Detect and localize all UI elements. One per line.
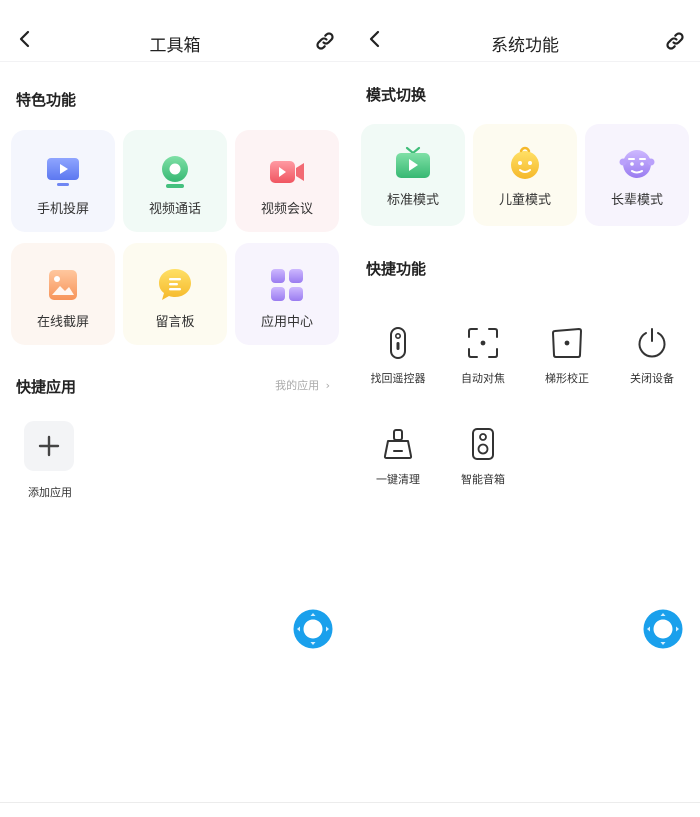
remote-icon: [390, 327, 406, 359]
tile-app-center[interactable]: 应用中心: [235, 243, 339, 345]
system-header: 系统功能: [350, 0, 700, 62]
page-title: 系统功能: [491, 36, 559, 56]
shortcut-label: 智能音箱: [461, 473, 505, 486]
chevron-right-icon: ›: [325, 379, 330, 392]
quick-apps-section-title: 快捷应用: [16, 378, 77, 396]
tile-video-meeting[interactable]: 视频会议: [235, 130, 339, 232]
shortcut-label: 关闭设备: [630, 372, 674, 385]
tile-label: 留言板: [155, 315, 195, 330]
image-icon: [49, 270, 77, 300]
system-panel: 系统功能 模式切换 标准模式 儿童模式 长辈模式 快捷功能 找回遥控器 自动对焦…: [350, 0, 700, 817]
shortcut-autofocus[interactable]: 自动对焦: [441, 326, 525, 386]
plus-icon: [38, 435, 60, 457]
screen-cast-icon: [47, 158, 79, 186]
power-icon: [638, 328, 666, 358]
broom-icon: [383, 429, 413, 459]
webcam-icon: [162, 156, 188, 188]
shortcut-label: 梯形校正: [545, 372, 589, 385]
keystone-icon: [552, 328, 582, 358]
tile-label: 在线截屏: [36, 315, 89, 330]
add-app-button[interactable]: [24, 421, 74, 471]
modes-section-title: 模式切换: [366, 86, 427, 104]
shortcut-label: 找回遥控器: [370, 372, 426, 385]
featured-section-title: 特色功能: [16, 91, 77, 109]
remote-control-fab[interactable]: [643, 609, 683, 649]
speaker-icon: [472, 428, 494, 460]
my-apps-label: 我的应用: [275, 379, 320, 392]
mode-label: 长辈模式: [610, 193, 663, 208]
remote-control-fab[interactable]: [293, 609, 333, 649]
elder-face-icon: [619, 150, 655, 178]
link-icon[interactable]: [664, 30, 686, 52]
tv-icon: [396, 146, 430, 178]
page-title: 工具箱: [149, 36, 201, 56]
tile-label: 视频通话: [148, 202, 201, 217]
shortcut-power-off[interactable]: 关闭设备: [610, 326, 694, 386]
mode-label: 儿童模式: [498, 193, 551, 208]
child-face-icon: [511, 146, 539, 179]
shortcut-find-remote[interactable]: 找回遥控器: [356, 326, 440, 386]
mode-label: 标准模式: [386, 193, 439, 208]
mode-child[interactable]: 儿童模式: [473, 124, 577, 226]
mode-standard[interactable]: 标准模式: [361, 124, 465, 226]
link-icon[interactable]: [314, 30, 336, 52]
tile-screen-cast[interactable]: 手机投屏: [11, 130, 115, 232]
add-app-label: 添加应用: [28, 486, 72, 499]
shortcut-smart-speaker[interactable]: 智能音箱: [441, 427, 525, 487]
toolbox-header: 工具箱: [0, 0, 350, 62]
tile-label: 手机投屏: [36, 202, 89, 217]
tile-label: 应用中心: [260, 315, 313, 330]
tile-screenshot[interactable]: 在线截屏: [11, 243, 115, 345]
app-grid-icon: [271, 269, 303, 301]
video-camera-icon: [270, 161, 304, 183]
mode-elder[interactable]: 长辈模式: [585, 124, 689, 226]
bottom-divider: [0, 802, 700, 803]
shortcuts-section-title: 快捷功能: [366, 260, 427, 278]
focus-icon: [468, 328, 498, 358]
shortcut-label: 一键清理: [376, 473, 420, 486]
tile-video-call[interactable]: 视频通话: [123, 130, 227, 232]
message-bubble-icon: [159, 269, 191, 300]
tile-label: 视频会议: [260, 202, 313, 217]
shortcut-label: 自动对焦: [461, 372, 505, 385]
my-apps-link[interactable]: 我的应用 ›: [275, 377, 330, 393]
shortcut-one-click-clean[interactable]: 一键清理: [356, 427, 440, 487]
toolbox-panel: 工具箱 特色功能 手机投屏 视频通话 视频会议 在线截屏 留言板 应用中心 快捷…: [0, 0, 350, 817]
shortcut-keystone[interactable]: 梯形校正: [525, 326, 609, 386]
tile-message-board[interactable]: 留言板: [123, 243, 227, 345]
